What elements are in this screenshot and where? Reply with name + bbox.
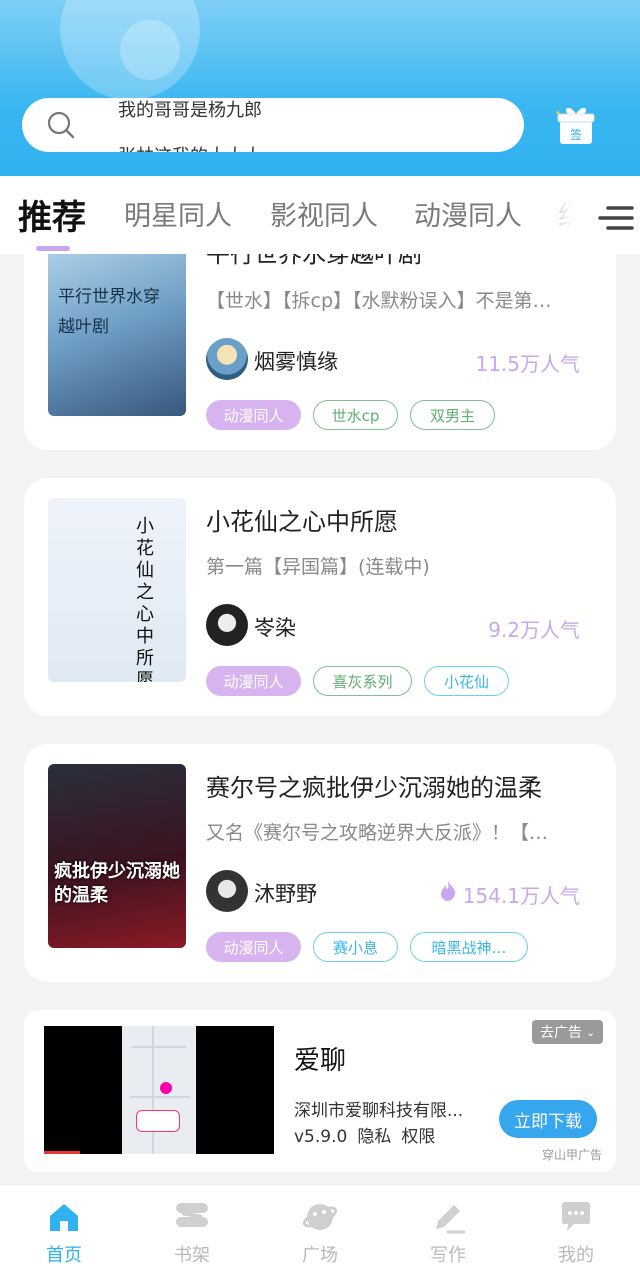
tag[interactable]: 小花仙 [424,666,509,696]
author-name[interactable]: 烟雾慎缘 [254,346,338,376]
ad-title[interactable]: 爱聊 [294,1040,346,1077]
home-icon [50,1204,78,1231]
map-road [132,1046,186,1048]
nav-square[interactable]: 广场 [256,1185,384,1280]
tag[interactable]: 动漫同人 [206,400,301,430]
tab-anime[interactable]: 动漫同人 [414,194,522,233]
search-input[interactable]: 我的哥哥是杨九郎 张林这我的大大大 [22,98,524,152]
ad-video-progress [44,1151,80,1154]
nav-label: 首页 [46,1245,82,1266]
search-icon [47,111,75,139]
book-title[interactable]: 小花仙之心中所愿 [206,502,398,537]
nav-label: 广场 [302,1245,338,1266]
menu-icon[interactable] [598,202,634,234]
ad-company: 深圳市爱聊科技有限... [294,1101,464,1121]
tag[interactable]: 动漫同人 [206,932,301,962]
tag[interactable]: 赛小息 [313,932,398,962]
pen-icon [436,1205,466,1234]
search-hint-current: 我的哥哥是杨九郎 [118,100,262,121]
author-name[interactable]: 沐野野 [254,878,317,908]
cover-title: 小花仙之心中所愿 [136,516,154,682]
bookshelf-icon [176,1203,208,1227]
book-description: 【世水】【拆cp】【水默粉误入】不是第… [206,290,552,312]
ad-remove-label: 去广告 [540,1025,582,1041]
book-cover[interactable]: 小花仙之心中所愿 [48,498,186,682]
tag[interactable]: 双男主 [410,400,495,430]
book-cover[interactable]: 平行世界水穿越叶剧 [48,232,186,416]
search-hint-next: 张林这我的大大大 [118,142,262,152]
book-description: 第一篇【异国篇】(连载中) [206,556,430,578]
ad-permission-link[interactable]: 权限 [401,1127,435,1147]
map-road [152,1026,154,1154]
chevron-down-icon: ⌄ [586,1025,596,1039]
popularity-count: 154.1万人气 [462,884,580,908]
tag[interactable]: 暗黑战神… [410,932,528,962]
ad-card[interactable]: 爱聊 深圳市爱聊科技有限... v5.9.0 隐私 权限 去广告 ⌄ 立即下载 穿山… [24,1010,616,1172]
ad-video-frame [122,1026,196,1154]
tag[interactable]: 喜灰系列 [313,666,412,696]
avatar[interactable] [206,870,248,912]
tab-film-tv[interactable]: 影视同人 [270,194,378,233]
bottom-nav: 首页 书架 广场 写作 我的 [0,1184,640,1280]
nav-write[interactable]: 写作 [384,1185,512,1280]
cover-title: 疯批伊少沉溺她的温柔 [54,861,180,906]
book-description: 又名《赛尔号之攻略逆界大反派》！【… [206,822,549,844]
ad-video[interactable] [44,1026,274,1154]
nav-bookshelf[interactable]: 书架 [128,1185,256,1280]
avatar[interactable] [206,338,248,380]
active-tab-indicator [36,246,70,251]
cover-title: 平行世界水穿越叶剧 [58,287,160,337]
tab-celebrity[interactable]: 明星同人 [124,194,232,233]
tag[interactable]: 动漫同人 [206,666,301,696]
ad-download-button[interactable]: 立即下载 [499,1100,597,1138]
ad-source-label: 穿山甲广告 [542,1148,603,1162]
sign-in-gift-icon[interactable]: 签 [552,102,598,148]
book-card[interactable]: 小花仙之心中所愿 小花仙之心中所愿 第一篇【异国篇】(连载中) 岺染 9.2万人… [24,478,616,716]
chat-bubble-icon [562,1202,590,1231]
header-banner: 我的哥哥是杨九郎 张林这我的大大大 签 [0,0,640,176]
book-cover[interactable]: 疯批伊少沉溺她的温柔 [48,764,186,948]
tab-recommend[interactable]: 推荐 [18,190,86,239]
popularity-count: 11.5万人气 [475,352,580,376]
book-card[interactable]: 疯批伊少沉溺她的温柔 赛尔号之疯批伊少沉溺她的温柔 又名《赛尔号之攻略逆界大反派… [24,744,616,982]
ad-remove-button[interactable]: 去广告 ⌄ [532,1020,604,1044]
map-bubble [136,1110,180,1132]
avatar[interactable] [206,604,248,646]
ad-version: v5.9.0 [294,1127,348,1147]
nav-label: 我的 [558,1245,594,1266]
tabs-mask: 推荐 明星同人 影视同人 动漫同人 综影 [0,176,640,254]
author-name[interactable]: 岺染 [254,612,296,642]
tag[interactable]: 世水cp [313,400,398,430]
nav-label: 写作 [430,1245,466,1266]
map-road [130,1096,190,1098]
sign-label: 签 [570,127,582,142]
ad-meta: v5.9.0 隐私 权限 [294,1122,445,1147]
fire-icon [441,881,456,901]
ad-privacy-link[interactable]: 隐私 [357,1127,391,1147]
planet-icon [302,1204,338,1230]
decor-bubble [120,20,180,80]
map-pin-icon [160,1082,172,1094]
book-title[interactable]: 赛尔号之疯批伊少沉溺她的温柔 [206,768,542,803]
nav-label: 书架 [174,1245,210,1266]
nav-profile[interactable]: 我的 [512,1185,640,1280]
nav-home[interactable]: 首页 [0,1185,128,1280]
popularity-count: 9.2万人气 [488,618,580,642]
